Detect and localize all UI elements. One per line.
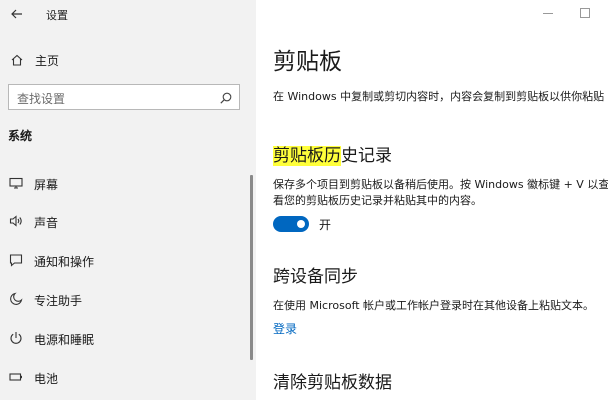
speaker-icon [9,213,23,227]
sidebar-item-label: 电源和睡眠 [34,333,95,347]
heading-highlight: 剪贴板历 [273,146,341,166]
content-pane: 剪贴板 在 Windows 中复制或剪切内容时，内容会复制到剪贴板以供你粘贴 剪… [256,0,608,400]
app-title: 设置 [46,9,68,22]
section-title: 系统 [8,129,33,143]
clipboard-history-heading: 剪贴板历史记录 [273,141,392,166]
sidebar-item-label: 通知和操作 [34,255,95,269]
history-description-line1: 保存多个项目到剪贴板以备稍后使用。按 Windows 徽标键 + V 以查 [273,178,608,191]
battery-icon [9,369,23,383]
sidebar-item-focus-assist[interactable]: 专注助手 [0,286,250,312]
sidebar-item-label: 屏幕 [34,178,59,192]
maximize-icon[interactable] [578,5,592,19]
notification-icon [9,252,23,267]
search-icon[interactable] [219,90,233,104]
sidebar: 设置 主页 查找设置 系统 屏幕 声音 通知和操作 专注助手 电源和睡眠 电池 [0,0,256,400]
heading-rest: 史记录 [341,146,392,166]
sync-heading: 跨设备同步 [273,267,358,287]
sidebar-item-home[interactable]: 主页 [0,46,256,72]
moon-icon [9,291,23,305]
title-bar: 设置 [0,0,256,28]
power-icon [9,330,23,344]
sidebar-item-label: 专注助手 [34,294,83,308]
sidebar-item-label: 主页 [35,54,60,68]
sidebar-item-label: 电池 [34,372,59,386]
search-input[interactable]: 查找设置 [8,84,240,110]
sidebar-item-power-sleep[interactable]: 电源和睡眠 [0,325,250,351]
toggle-state-label: 开 [319,218,332,232]
clear-data-heading: 清除剪贴板数据 [273,373,392,393]
sidebar-item-label: 声音 [34,216,59,230]
display-icon [9,175,23,189]
clipboard-history-toggle[interactable] [273,216,309,232]
sidebar-item-display[interactable]: 屏幕 [0,170,250,196]
intro-text: 在 Windows 中复制或剪切内容时，内容会复制到剪贴板以供你粘贴 [273,90,605,103]
history-description-line2: 看您的剪贴板历史记录并粘贴其中的内容。 [273,194,482,207]
home-icon [10,52,24,66]
sidebar-item-sound[interactable]: 声音 [0,208,250,234]
sidebar-item-battery[interactable]: 电池 [0,364,250,390]
sign-in-link[interactable]: 登录 [273,320,297,337]
sidebar-item-notifications[interactable]: 通知和操作 [0,247,250,273]
toggle-knob [297,220,305,228]
minimize-icon[interactable] [541,5,555,19]
search-placeholder: 查找设置 [17,92,66,106]
back-arrow-icon[interactable] [8,5,26,23]
page-title: 剪贴板 [273,49,342,75]
sync-description: 在使用 Microsoft 帐户或工作帐户登录时在其他设备上粘贴文本。 [273,299,595,312]
sidebar-scrollbar[interactable] [250,175,253,360]
